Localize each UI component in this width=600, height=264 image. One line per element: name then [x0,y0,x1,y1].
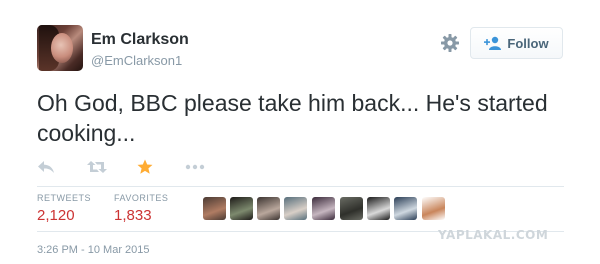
favorites-stat[interactable]: FAVORITES 1,833 [114,193,168,224]
favoriter-avatar[interactable] [367,197,390,220]
author-handle[interactable]: @EmClarkson1 [91,53,182,68]
favoriter-avatar[interactable] [422,197,445,220]
reply-icon [38,161,54,173]
follow-button[interactable]: Follow [470,27,563,59]
tweet-card: Em Clarkson @EmClarkson1 Follow Oh God, … [0,0,600,264]
favorite-action[interactable] [137,157,153,177]
retweets-count: 2,120 [37,207,75,224]
favoriter-avatar[interactable] [394,197,417,220]
author-name[interactable]: Em Clarkson [91,31,189,49]
divider-top [37,186,564,187]
favoriter-avatar[interactable] [230,197,253,220]
star-icon [137,159,153,174]
add-user-icon [484,36,502,50]
gear-icon[interactable] [440,33,460,53]
favoriter-avatar[interactable] [257,197,280,220]
favorites-count: 1,833 [114,207,152,224]
retweet-action[interactable] [87,157,107,177]
retweets-stat[interactable]: RETWEETS 2,120 [37,193,91,224]
more-icon [185,164,205,170]
follow-button-label: Follow [507,35,549,51]
favoriter-avatar[interactable] [340,197,363,220]
tweet-text: Oh God, BBC please take him back... He's… [37,90,548,146]
favorites-label: FAVORITES [114,193,169,203]
watermark-text: YAPLAKAL.COM [438,228,549,242]
retweets-label: RETWEETS [37,193,92,203]
retweet-icon [87,161,107,173]
favoriter-avatar[interactable] [312,197,335,220]
favoriter-avatar[interactable] [284,197,307,220]
author-avatar[interactable] [37,25,83,71]
favoriter-avatar[interactable] [203,197,226,220]
tweet-timestamp[interactable]: 3:26 PM - 10 Mar 2015 [37,244,150,256]
reply-action[interactable] [37,157,55,177]
tweet-actions [37,157,237,177]
more-action[interactable] [185,157,205,177]
